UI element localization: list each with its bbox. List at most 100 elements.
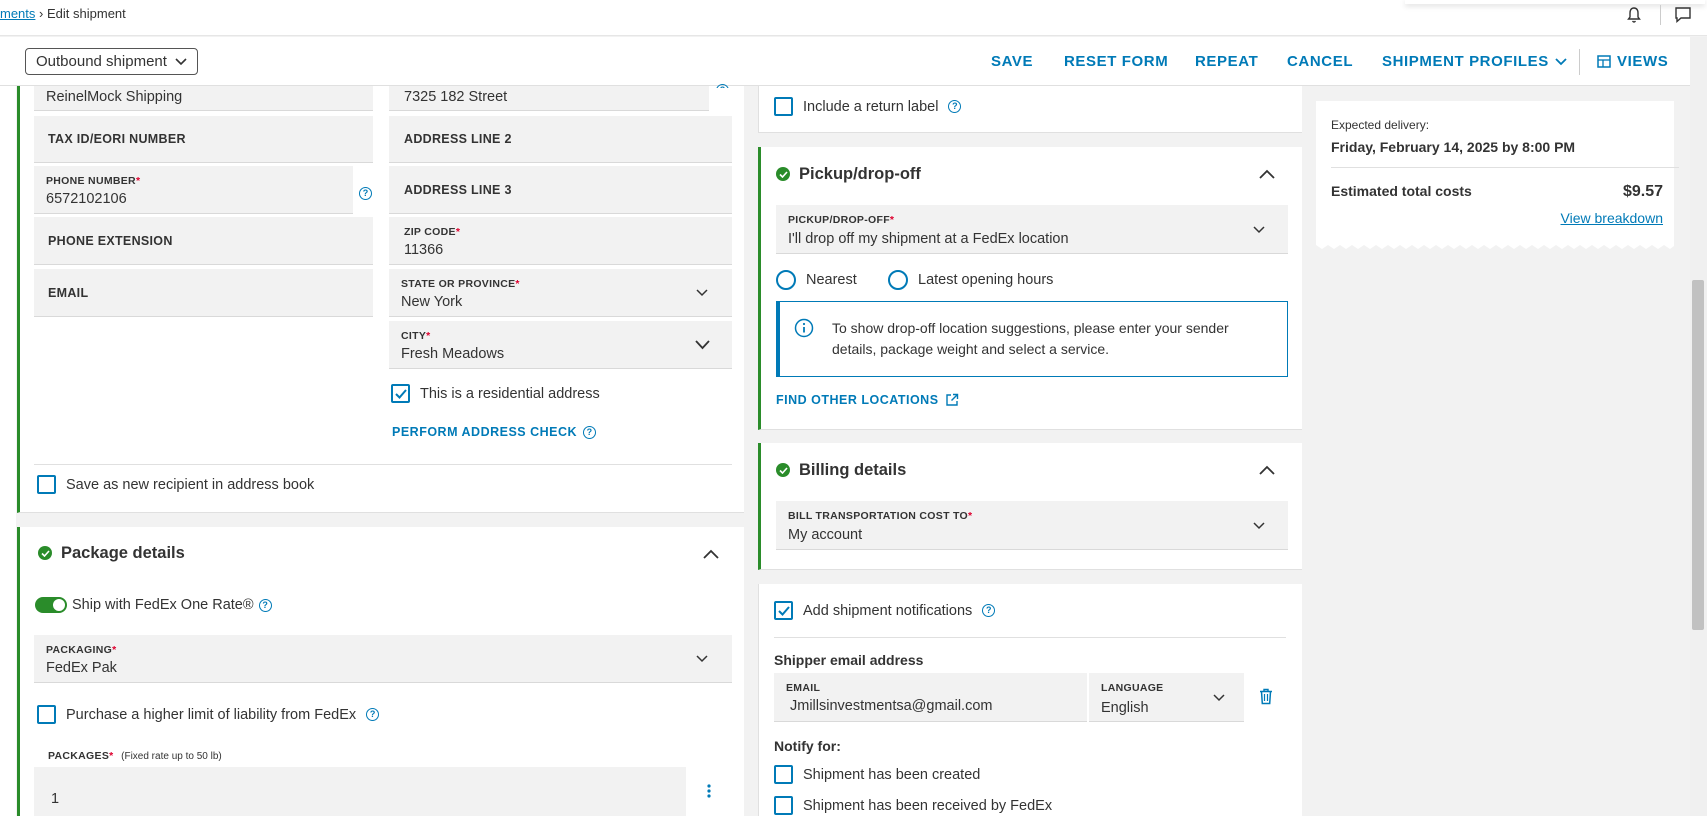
packaging-value: FedEx Pak [46, 660, 117, 676]
nearest-label: Nearest [806, 272, 857, 288]
notify-received-row[interactable]: Shipment has been received by FedEx [774, 796, 1052, 815]
zip-code-field[interactable]: ZIP CODE* 11366 [389, 217, 732, 265]
notification-email-field[interactable]: EMAIL Jmillsinvestmentsa@gmail.com [774, 673, 1087, 722]
notify-for-label: Notify for: [774, 738, 841, 754]
save-recipient-row[interactable]: Save as new recipient in address book [37, 475, 314, 494]
bell-icon[interactable] [1626, 6, 1642, 24]
bill-to-label: BILL TRANSPORTATION COST TO* [788, 510, 973, 522]
return-label-checkbox[interactable] [774, 97, 793, 116]
reset-form-button[interactable]: RESET FORM [1064, 53, 1168, 70]
liability-checkbox[interactable] [37, 705, 56, 724]
perform-address-check-link[interactable]: PERFORM ADDRESS CHECK ? [392, 425, 597, 439]
views-button[interactable]: VIEWS [1597, 53, 1668, 70]
check-icon [778, 170, 788, 178]
action-toolbar: Outbound shipment SAVE RESET FORM REPEAT… [0, 37, 1690, 86]
nearest-radio[interactable] [776, 270, 796, 290]
info-icon [794, 318, 814, 338]
add-notifications-label: Add shipment notifications [803, 602, 973, 619]
notify-created-label: Shipment has been created [803, 766, 981, 783]
packages-count-field[interactable]: 1 [34, 767, 686, 816]
trash-icon[interactable] [1259, 688, 1273, 705]
liability-help-icon[interactable]: ? [366, 708, 380, 721]
notifications-divider [774, 637, 1286, 638]
company-field[interactable]: ReinelMock Shipping [34, 86, 373, 111]
find-other-locations-link[interactable]: FIND OTHER LOCATIONS [776, 393, 959, 407]
shipper-email-title: Shipper email address [774, 652, 924, 668]
chat-icon[interactable] [1674, 6, 1692, 24]
notification-email-label: EMAIL [786, 682, 821, 694]
address-check-help-icon[interactable]: ? [583, 425, 597, 439]
add-notifications-row[interactable]: Add shipment notifications ? [774, 601, 996, 620]
breadcrumb: ments › Edit shipment [0, 6, 126, 21]
address-line-2-field[interactable]: ADDRESS LINE 2 [389, 116, 732, 163]
one-rate-toggle[interactable] [35, 597, 67, 613]
shipment-profiles-button[interactable]: SHIPMENT PROFILES [1382, 53, 1567, 70]
scrollbar-thumb[interactable] [1692, 280, 1704, 630]
state-dropdown[interactable]: STATE OR PROVINCE* New York [389, 269, 732, 317]
residential-checkbox-row[interactable]: This is a residential address [391, 384, 600, 403]
latest-hours-radio[interactable] [888, 270, 908, 290]
notify-created-row[interactable]: Shipment has been created [774, 765, 980, 784]
one-rate-toggle-row[interactable]: Ship with FedEx One Rate® ? [35, 597, 272, 613]
view-breakdown-link[interactable]: View breakdown [1561, 210, 1663, 226]
phone-extension-field[interactable]: PHONE EXTENSION [34, 217, 373, 265]
package-details-title: Package details [61, 544, 185, 562]
nearest-radio-row[interactable]: Nearest [776, 270, 857, 290]
return-label-help-icon[interactable]: ? [948, 100, 962, 113]
one-rate-help-icon[interactable]: ? [258, 598, 272, 612]
billing-status-icon [776, 463, 790, 477]
repeat-button[interactable]: REPEAT [1195, 53, 1258, 70]
address-line-3-field[interactable]: ADDRESS LINE 3 [389, 166, 732, 214]
notify-received-checkbox[interactable] [774, 796, 793, 815]
topbar-divider [1660, 5, 1661, 25]
email-field[interactable]: EMAIL [34, 269, 373, 317]
address-line-1-field[interactable]: 7325 182 Street [389, 86, 709, 111]
packaging-dropdown[interactable]: PACKAGING* FedEx Pak [34, 635, 732, 683]
top-bar: ments › Edit shipment [0, 0, 1707, 36]
notifications-help-icon[interactable]: ? [982, 604, 996, 617]
notification-language-dropdown[interactable]: LANGUAGE English [1089, 673, 1244, 722]
pickup-dropdown[interactable]: PICKUP/DROP-OFF* I'll drop off my shipme… [776, 205, 1288, 254]
external-link-icon [945, 393, 958, 406]
collapse-chevron-up-icon[interactable] [1259, 465, 1275, 475]
expected-delivery-value: Friday, February 14, 2025 by 8:00 PM [1331, 139, 1576, 155]
bill-to-dropdown[interactable]: BILL TRANSPORTATION COST TO* My account [776, 501, 1288, 550]
grid-view-icon [1597, 55, 1611, 68]
collapse-chevron-up-icon[interactable] [703, 549, 719, 559]
breadcrumb-separator: › [39, 6, 44, 21]
phone-number-field[interactable]: PHONE NUMBER* 6572102106 [34, 166, 353, 214]
phone-number-label: PHONE NUMBER* [46, 175, 141, 187]
latest-radio-row[interactable]: Latest opening hours [888, 270, 1053, 290]
liability-row[interactable]: Purchase a higher limit of liability fro… [37, 705, 380, 724]
checkmark-icon [394, 388, 407, 399]
more-options-icon[interactable] [707, 784, 711, 798]
pickup-title: Pickup/drop-off [799, 165, 921, 183]
top-shadow [1405, 0, 1705, 4]
city-dropdown[interactable]: CITY* Fresh Meadows [389, 321, 732, 369]
package-details-card: Package details Ship with FedEx One Rate… [17, 527, 744, 816]
return-label-card: Include a return label ? [758, 86, 1302, 133]
address-help-icon[interactable]: ? [716, 80, 729, 88]
residential-checkbox[interactable] [391, 384, 410, 403]
cancel-button[interactable]: CANCEL [1287, 53, 1353, 70]
billing-title: Billing details [799, 461, 907, 479]
recipient-divider [34, 464, 732, 465]
expected-delivery-label: Expected delivery: [1331, 118, 1430, 132]
return-label-row[interactable]: Include a return label ? [774, 97, 962, 116]
toolbar-divider [1579, 49, 1580, 75]
phone-help-icon[interactable]: ? [359, 183, 372, 200]
collapse-chevron-up-icon[interactable] [1259, 169, 1275, 179]
find-other-locations-label: FIND OTHER LOCATIONS [776, 393, 939, 407]
add-notifications-checkbox[interactable] [774, 601, 793, 620]
shipment-type-dropdown[interactable]: Outbound shipment [25, 48, 198, 75]
check-icon [40, 549, 50, 557]
save-recipient-checkbox[interactable] [37, 475, 56, 494]
residential-label: This is a residential address [420, 385, 600, 402]
tax-id-field[interactable]: TAX ID/EORI NUMBER [34, 116, 373, 163]
notify-created-checkbox[interactable] [774, 765, 793, 784]
save-button[interactable]: SAVE [991, 53, 1033, 70]
latest-hours-label: Latest opening hours [918, 272, 1054, 288]
city-label: CITY* [401, 330, 431, 342]
breadcrumb-link-shipments[interactable]: ments [0, 6, 35, 21]
zip-code-value: 11366 [404, 242, 444, 258]
